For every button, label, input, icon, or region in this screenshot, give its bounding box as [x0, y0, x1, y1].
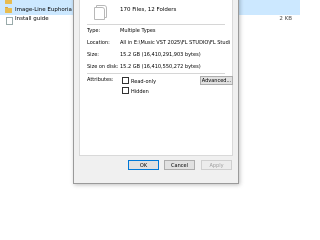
cancel-button[interactable]: Cancel — [164, 160, 195, 170]
location-value: All in E:\Music VST 2025\FL STUDIO\FL St… — [120, 40, 230, 46]
hidden-label: Hidden — [131, 89, 149, 95]
attributes-label: Attributes: — [87, 77, 114, 83]
readonly-checkbox-row[interactable]: Read-only — [122, 77, 156, 86]
size-value: 15.2 GB (16,410,291,903 bytes) — [120, 52, 201, 58]
divider — [87, 24, 225, 25]
size-label: Size: — [87, 52, 99, 58]
hidden-checkbox[interactable] — [122, 87, 129, 94]
ok-button[interactable]: OK — [128, 160, 159, 170]
file-size: 2 KB — [279, 16, 292, 22]
file-name: Install guide — [15, 16, 49, 22]
folder-icon — [5, 0, 12, 4]
size-on-disk-value: 15.2 GB (16,410,550,272 bytes) — [120, 64, 201, 70]
document-icon — [6, 16, 13, 25]
apply-button[interactable]: Apply — [201, 160, 232, 170]
properties-dialog: 170 Files, 12 Folders Type: Multiple Typ… — [73, 0, 239, 184]
divider — [87, 73, 225, 74]
hidden-checkbox-row[interactable]: Hidden — [122, 87, 149, 96]
location-label: Location: — [87, 40, 110, 46]
type-value: Multiple Types — [120, 28, 156, 34]
general-tab-panel: 170 Files, 12 Folders Type: Multiple Typ… — [79, 0, 233, 156]
file-name: Image-Line Euphoria — [15, 7, 72, 13]
advanced-button[interactable]: Advanced... — [200, 76, 233, 85]
selection-summary: 170 Files, 12 Folders — [120, 7, 177, 13]
readonly-label: Read-only — [131, 79, 157, 85]
multiple-files-icon — [94, 5, 107, 20]
readonly-checkbox[interactable] — [122, 77, 129, 84]
type-label: Type: — [87, 28, 101, 34]
size-on-disk-label: Size on disk: — [87, 64, 119, 70]
folder-icon — [5, 6, 12, 13]
